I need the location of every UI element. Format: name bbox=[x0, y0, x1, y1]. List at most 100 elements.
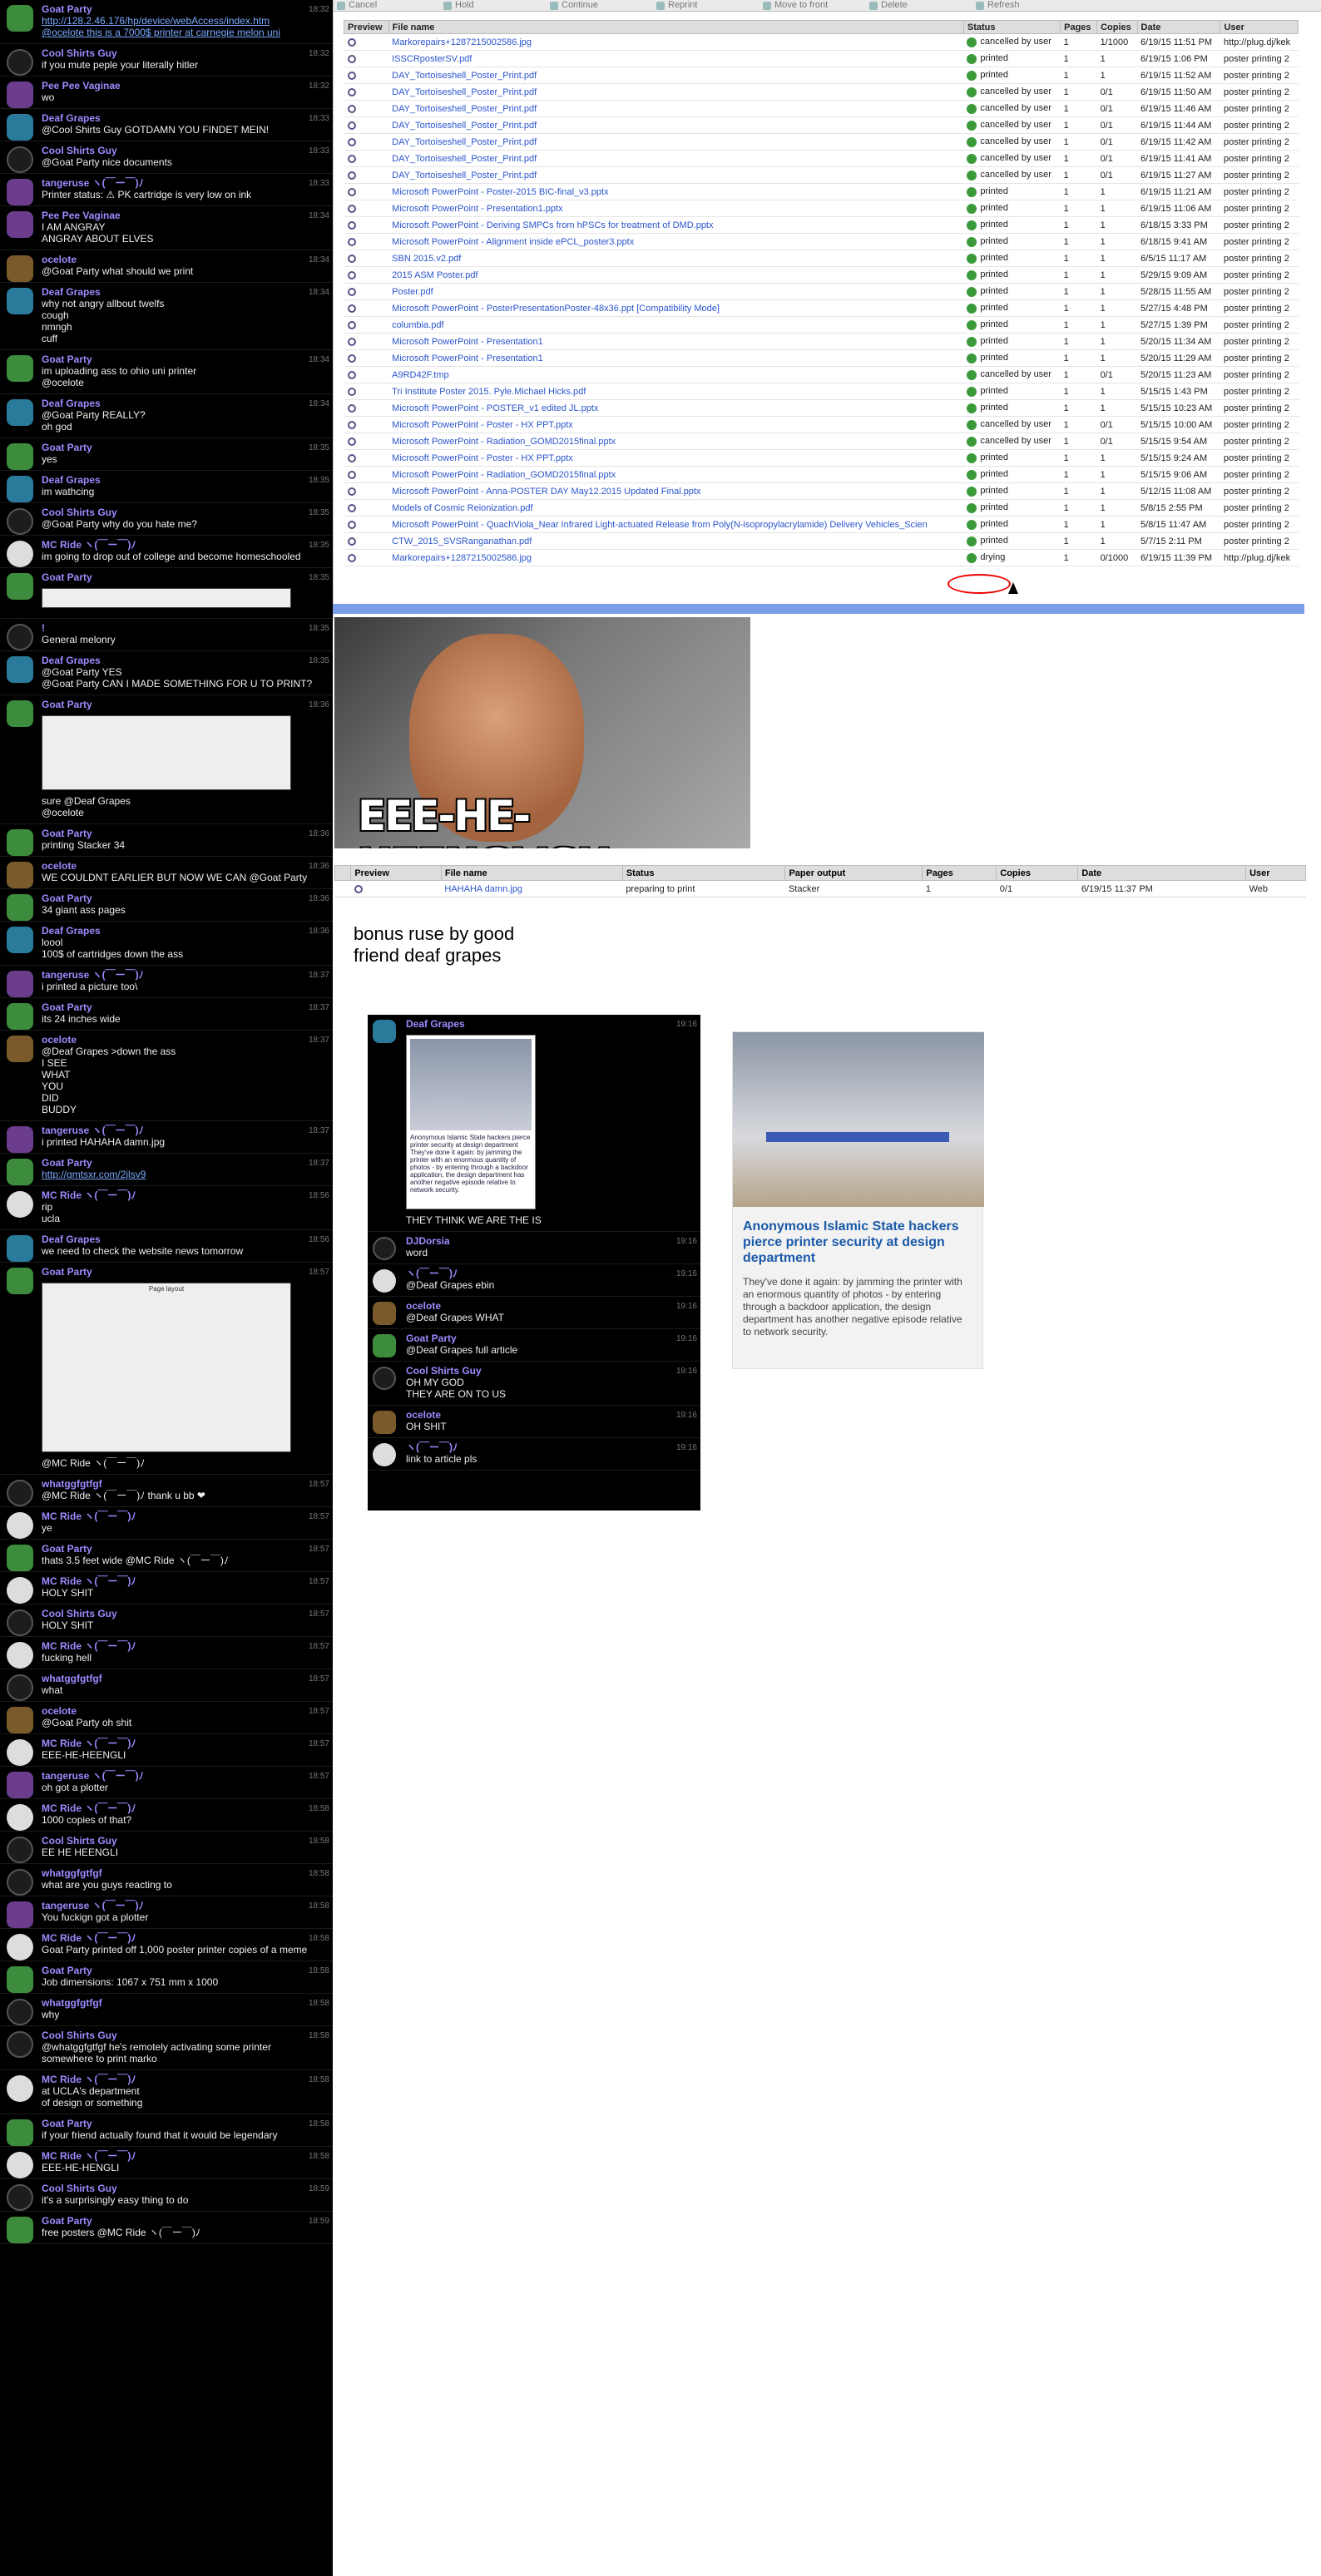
toolbar-button-reprint[interactable]: Reprint bbox=[653, 0, 759, 11]
avatar[interactable] bbox=[7, 1545, 33, 1571]
username[interactable]: Goat Party bbox=[42, 354, 316, 365]
magnifier-icon[interactable] bbox=[347, 54, 356, 63]
username[interactable]: MC Ride ヽ(￣ー￣)ﾉ bbox=[42, 1575, 316, 1587]
avatar[interactable] bbox=[7, 700, 33, 727]
magnifier-icon[interactable] bbox=[347, 453, 356, 462]
preview-cell[interactable] bbox=[344, 116, 389, 134]
username[interactable]: MC Ride ヽ(￣ー￣)ﾉ bbox=[42, 1738, 316, 1749]
table-row[interactable]: Microsoft PowerPoint - Presentation1 prin… bbox=[344, 333, 1299, 350]
avatar[interactable] bbox=[7, 146, 33, 173]
table-row[interactable]: DAY_Tortoiseshell_Poster_Print.pdf cancel… bbox=[344, 83, 1299, 101]
avatar[interactable] bbox=[7, 894, 33, 921]
magnifier-icon[interactable] bbox=[347, 503, 356, 512]
avatar[interactable] bbox=[7, 541, 33, 567]
preview-cell[interactable] bbox=[344, 216, 389, 234]
file-name[interactable]: Microsoft PowerPoint - Radiation_GOMD201… bbox=[388, 433, 964, 450]
username[interactable]: whatggfgtfgf bbox=[42, 1673, 316, 1684]
table-row[interactable]: DAY_Tortoiseshell_Poster_Print.pdf cancel… bbox=[344, 100, 1299, 117]
avatar[interactable] bbox=[7, 476, 33, 502]
table-row[interactable]: DAY_Tortoiseshell_Poster_Print.pdf printe… bbox=[344, 67, 1299, 84]
table-row[interactable]: Microsoft PowerPoint - Poster-2015 BIC-f… bbox=[344, 183, 1299, 200]
username[interactable]: Goat Party bbox=[42, 571, 316, 583]
table-row[interactable]: Poster.pdf printed 1 1 5/28/15 11:55 AM poste… bbox=[344, 283, 1299, 300]
magnifier-icon[interactable] bbox=[347, 354, 356, 363]
username[interactable]: ヽ(￣ー￣)ﾉ bbox=[406, 1268, 684, 1279]
username[interactable]: Goat Party bbox=[42, 1965, 316, 1976]
table-row[interactable]: DAY_Tortoiseshell_Poster_Print.pdf cancel… bbox=[344, 116, 1299, 134]
username[interactable]: Deaf Grapes bbox=[42, 112, 316, 124]
column-header[interactable]: Copies bbox=[1096, 20, 1138, 34]
file-name[interactable]: CTW_2015_SVSRanganathan.pdf bbox=[388, 532, 964, 550]
column-header[interactable]: Pages bbox=[922, 865, 997, 881]
article-title[interactable]: Anonymous Islamic State hackers pierce p… bbox=[743, 1219, 972, 1266]
file-name[interactable]: DAY_Tortoiseshell_Poster_Print.pdf bbox=[388, 133, 964, 151]
username[interactable]: Goat Party bbox=[42, 1157, 316, 1169]
avatar[interactable] bbox=[7, 1480, 33, 1506]
username[interactable]: Deaf Grapes bbox=[42, 1234, 316, 1245]
magnifier-icon[interactable] bbox=[347, 71, 356, 80]
avatar[interactable] bbox=[7, 829, 33, 856]
file-name[interactable]: Microsoft PowerPoint - Poster - HX PPT.p… bbox=[388, 449, 964, 467]
avatar[interactable] bbox=[7, 2184, 33, 2211]
row-checkbox[interactable] bbox=[334, 880, 351, 897]
avatar[interactable] bbox=[7, 971, 33, 997]
preview-cell[interactable] bbox=[344, 200, 389, 217]
table-row[interactable]: A9RD42F.tmp cancelled by user 1 0/1 5/20/15 … bbox=[344, 366, 1299, 383]
preview-cell[interactable] bbox=[344, 283, 389, 300]
preview-cell[interactable] bbox=[344, 299, 389, 317]
username[interactable]: ocelote bbox=[42, 1034, 316, 1046]
file-name[interactable]: columbia.pdf bbox=[388, 316, 964, 334]
message-text[interactable]: http://128.2.46.176/hp/device/webAccess/… bbox=[42, 15, 316, 38]
table-row[interactable]: Microsoft PowerPoint - POSTER_v1 edited … bbox=[344, 399, 1299, 417]
magnifier-icon[interactable] bbox=[347, 370, 356, 379]
file-name[interactable]: Tri Institute Poster 2015. Pyle.Michael … bbox=[388, 383, 964, 400]
select-all-checkbox[interactable] bbox=[334, 865, 352, 881]
avatar[interactable] bbox=[7, 1999, 33, 2025]
avatar[interactable] bbox=[373, 1020, 396, 1043]
preview-cell[interactable] bbox=[344, 166, 389, 184]
avatar[interactable] bbox=[7, 1003, 33, 1030]
file-name[interactable]: Microsoft PowerPoint - Presentation1 bbox=[388, 349, 964, 367]
magnifier-icon[interactable] bbox=[347, 154, 356, 163]
username[interactable]: MC Ride ヽ(￣ー￣)ﾉ bbox=[42, 1510, 316, 1522]
avatar[interactable] bbox=[7, 2119, 33, 2146]
column-header[interactable]: Paper output bbox=[784, 865, 923, 881]
magnifier-icon[interactable] bbox=[347, 104, 356, 113]
username[interactable]: Goat Party bbox=[42, 2215, 316, 2227]
toolbar-button-refresh[interactable]: Refresh bbox=[972, 0, 1079, 11]
username[interactable]: Cool Shirts Guy bbox=[42, 145, 316, 156]
username[interactable]: MC Ride ヽ(￣ー￣)ﾉ bbox=[42, 1640, 316, 1652]
file-name[interactable]: ISSCRposterSV.pdf bbox=[388, 50, 964, 67]
username[interactable]: ! bbox=[42, 622, 316, 634]
column-header[interactable]: File name bbox=[388, 20, 964, 34]
username[interactable]: Deaf Grapes bbox=[42, 474, 316, 486]
avatar[interactable] bbox=[7, 5, 33, 32]
file-name[interactable]: Microsoft PowerPoint - POSTER_v1 edited … bbox=[388, 399, 964, 417]
file-name[interactable]: Microsoft PowerPoint - Anna-POSTER DAY M… bbox=[388, 482, 964, 500]
file-name[interactable]: Markorepairs+1287215002586.jpg bbox=[388, 33, 964, 51]
preview-cell[interactable] bbox=[344, 250, 389, 267]
username[interactable]: Cool Shirts Guy bbox=[42, 47, 316, 59]
column-header[interactable]: User bbox=[1220, 20, 1299, 34]
avatar[interactable] bbox=[7, 862, 33, 888]
table-row[interactable]: Microsoft PowerPoint - Radiation_GOMD201… bbox=[344, 433, 1299, 450]
table-row[interactable]: Markorepairs+1287215002586.jpg cancelled … bbox=[344, 33, 1299, 51]
file-name[interactable]: Microsoft PowerPoint - Poster - HX PPT.p… bbox=[388, 416, 964, 433]
magnifier-icon[interactable] bbox=[347, 287, 356, 296]
table-row[interactable]: Microsoft PowerPoint - Alignment inside … bbox=[344, 233, 1299, 250]
username[interactable]: MC Ride ヽ(￣ー￣)ﾉ bbox=[42, 2150, 316, 2162]
avatar[interactable] bbox=[7, 355, 33, 382]
avatar[interactable] bbox=[7, 2152, 33, 2178]
username[interactable]: Cool Shirts Guy bbox=[42, 1608, 316, 1619]
username[interactable]: Cool Shirts Guy bbox=[406, 1365, 684, 1377]
preview-cell[interactable] bbox=[344, 333, 389, 350]
file-name[interactable]: Microsoft PowerPoint - Presentation1 bbox=[388, 333, 964, 350]
username[interactable]: tangeruse ヽ(￣ー￣)ﾉ bbox=[42, 1125, 316, 1136]
avatar[interactable] bbox=[7, 1869, 33, 1896]
column-header[interactable]: Pages bbox=[1060, 20, 1098, 34]
username[interactable]: Deaf Grapes bbox=[42, 286, 316, 298]
magnifier-icon[interactable] bbox=[347, 536, 356, 546]
preview-cell[interactable] bbox=[344, 100, 389, 117]
username[interactable]: Cool Shirts Guy bbox=[42, 507, 316, 518]
magnifier-icon[interactable] bbox=[347, 270, 356, 279]
